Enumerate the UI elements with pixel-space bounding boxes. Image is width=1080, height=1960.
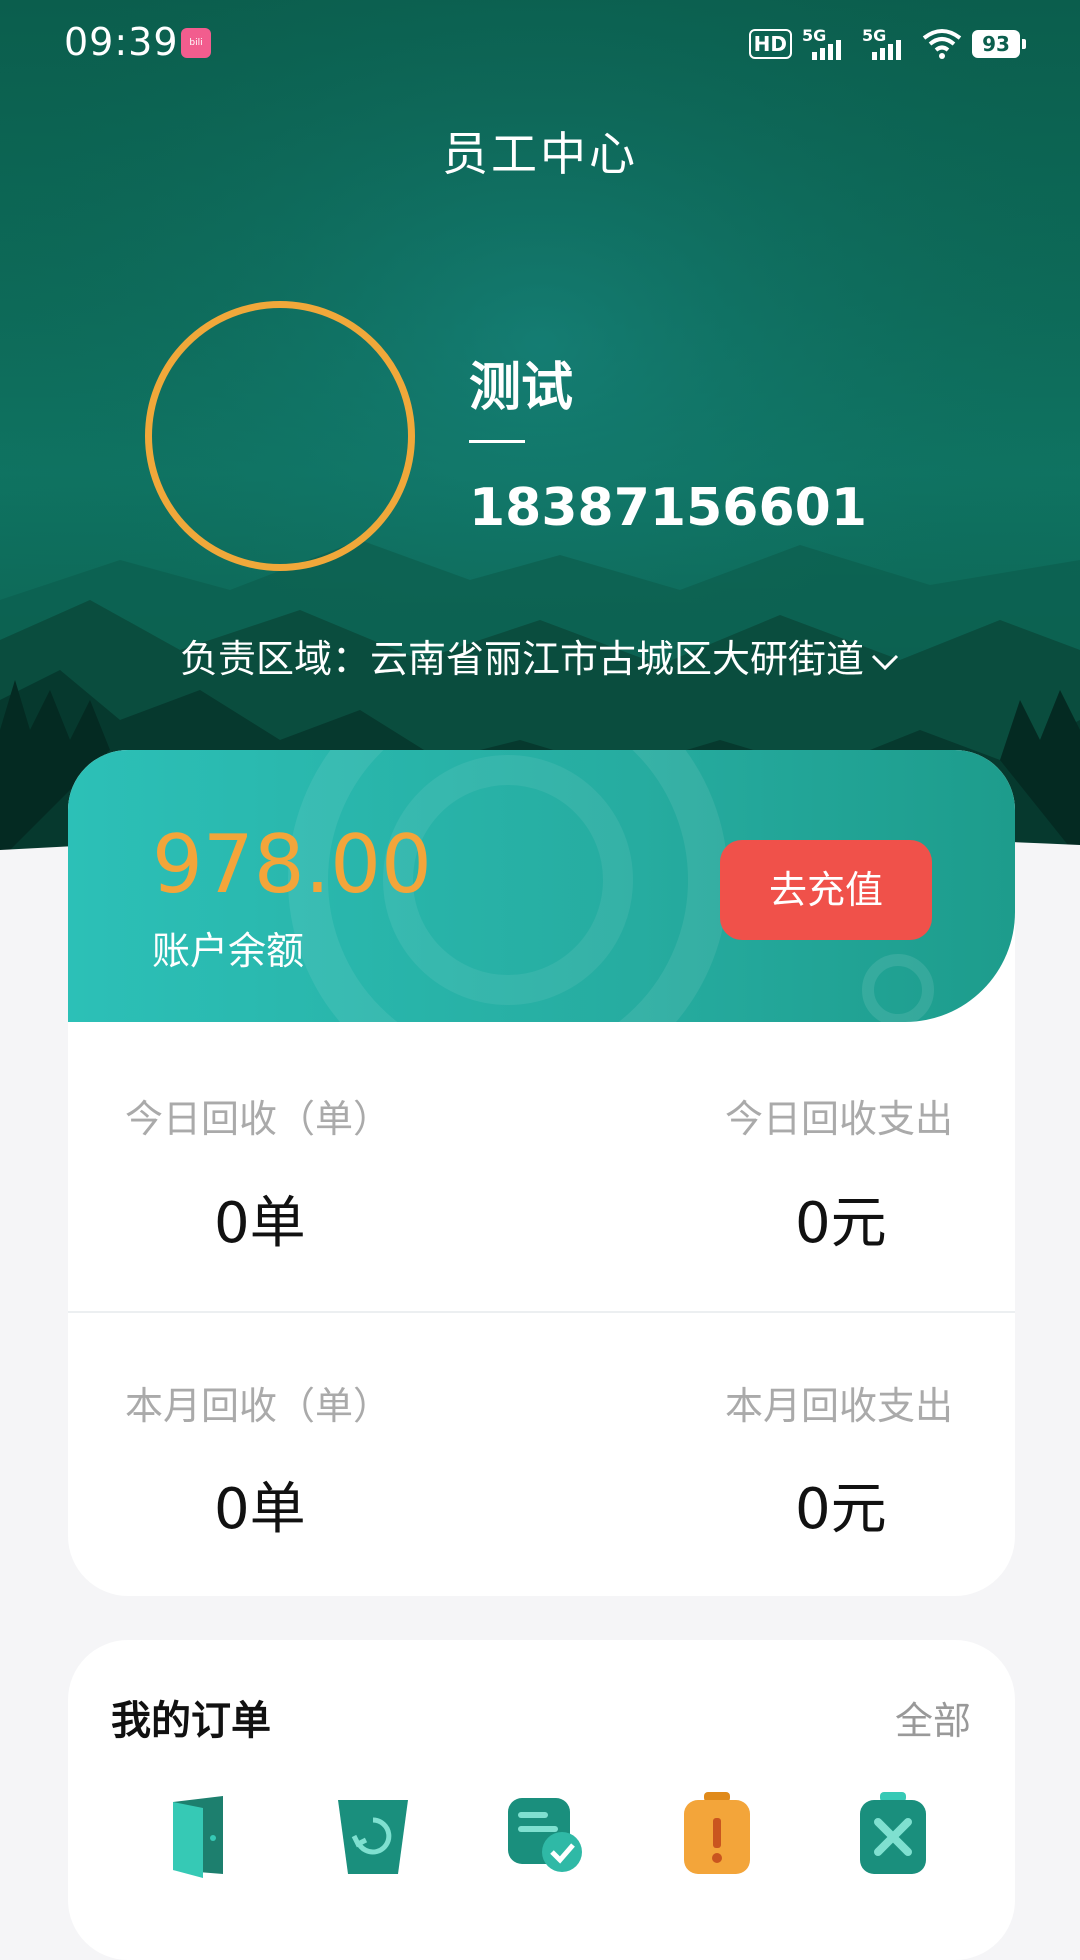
stats-divider	[68, 1311, 1015, 1313]
chevron-down-icon	[871, 654, 899, 670]
user-name: 测试	[469, 358, 574, 418]
month-count-label: 本月回收（单）	[125, 1384, 392, 1428]
region-label: 负责区域：	[179, 637, 370, 681]
status-time: 09:39	[64, 20, 179, 64]
balance-label: 账户余额	[152, 929, 305, 973]
wifi-icon	[922, 29, 962, 59]
month-expense-value: 0元	[795, 1477, 887, 1542]
today-expense-value: 0元	[795, 1191, 887, 1256]
balance-amount: 978.00	[152, 818, 432, 911]
month-count-value: 0单	[214, 1477, 306, 1542]
region-selector[interactable]: 负责区域：云南省丽江市古城区大研街道	[0, 628, 1080, 683]
recycle-bin-icon[interactable]	[328, 1790, 418, 1880]
recharge-button[interactable]: 去充值	[720, 840, 932, 940]
hd-voice-icon: HD	[748, 29, 792, 59]
user-phone: 18387156601	[469, 478, 867, 538]
door-icon[interactable]	[153, 1790, 243, 1880]
signal-icon-1: 5G	[802, 26, 852, 62]
name-divider	[469, 440, 525, 443]
today-count-label: 今日回收（单）	[125, 1097, 392, 1141]
today-count-value: 0单	[214, 1191, 306, 1256]
region-value: 云南省丽江市古城区大研街道	[370, 637, 865, 681]
alert-icon[interactable]	[672, 1790, 762, 1880]
month-expense-label: 本月回收支出	[725, 1384, 954, 1428]
status-bar: 09:39 bili HD 5G 5G 93	[0, 0, 1080, 86]
orders-title: 我的订单	[111, 1698, 271, 1744]
my-orders-card: 我的订单 全部	[68, 1640, 1015, 1960]
orders-all-link[interactable]: 全部	[895, 1690, 971, 1745]
avatar[interactable]	[145, 301, 415, 571]
signal-icon-2: 5G	[862, 26, 912, 62]
page-title: 员工中心	[442, 127, 638, 181]
battery-icon: 93	[972, 30, 1026, 58]
bilibili-app-icon: bili	[181, 28, 211, 58]
account-card: 978.00 账户余额 去充值 今日回收（单） 今日回收支出 0单 0元 本月回…	[68, 750, 1015, 1596]
cancel-icon[interactable]	[848, 1790, 938, 1880]
today-expense-label: 今日回收支出	[725, 1097, 954, 1141]
balance-panel: 978.00 账户余额 去充值	[68, 750, 1015, 1022]
order-done-icon[interactable]	[500, 1790, 590, 1880]
